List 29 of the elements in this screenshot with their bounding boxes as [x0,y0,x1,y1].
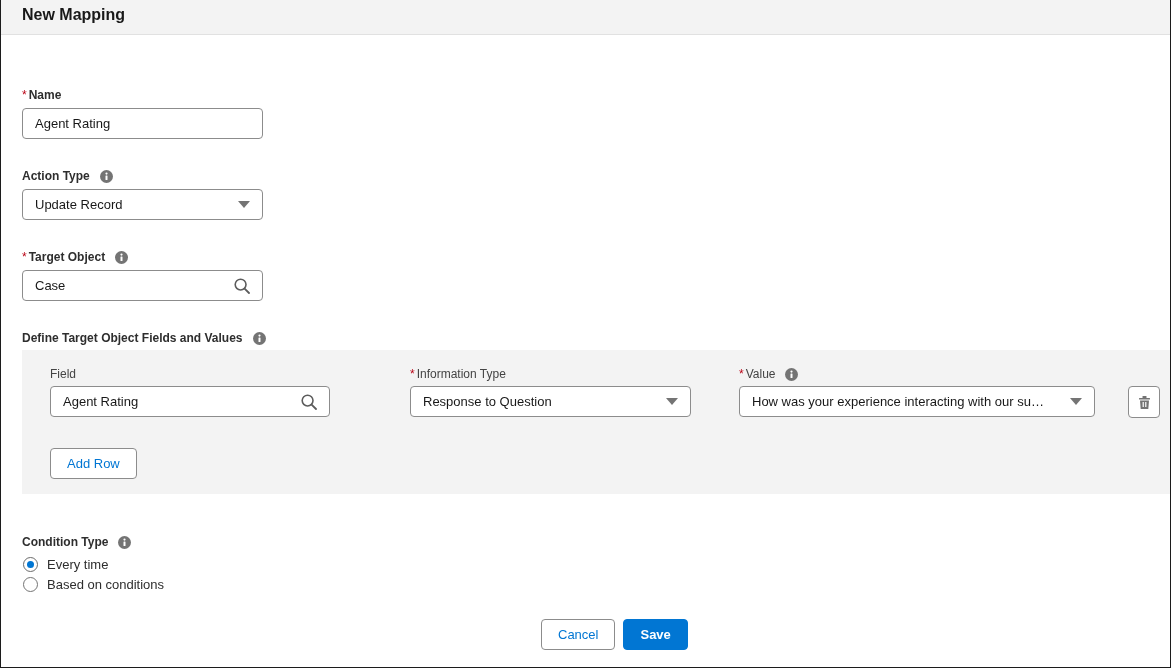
lookup-field[interactable]: Case [22,270,263,301]
field-label: * Target Object [22,250,106,264]
search-icon [234,277,250,294]
select-field[interactable]: Response to Question [410,386,691,417]
caret-icon [666,398,678,405]
caret-icon [238,201,250,208]
dialog-title: New Mapping [22,5,126,25]
caret-icon [1070,398,1082,405]
lookup-field[interactable]: Agent Rating [50,386,330,417]
trash-icon [1138,395,1150,409]
delete-button[interactable] [1128,386,1160,418]
select-field[interactable]: Update Record [22,189,263,220]
field-label: * Name [22,88,62,102]
cancel-button[interactable]: Cancel [541,619,616,650]
add-row-button[interactable]: Add Row [50,448,137,479]
field-label: Condition Type [22,535,109,549]
field-label: * Information Type [410,367,506,381]
field-label: Field [50,367,76,381]
field-label: Define Target Object Fields and Values [22,331,243,345]
search-icon [301,393,317,410]
save-button[interactable]: Save [623,619,688,650]
radio-button[interactable] [23,556,38,572]
text-input[interactable]: Agent Rating [22,108,263,139]
field-label: * Value [739,367,776,381]
radio-button[interactable] [23,576,38,592]
select-field[interactable]: How was your experience interacting with our su… [739,386,1095,417]
field-label: Action Type [22,169,90,183]
radio-label[interactable]: Based on conditions [47,576,165,592]
radio-label[interactable]: Every time [47,556,109,572]
